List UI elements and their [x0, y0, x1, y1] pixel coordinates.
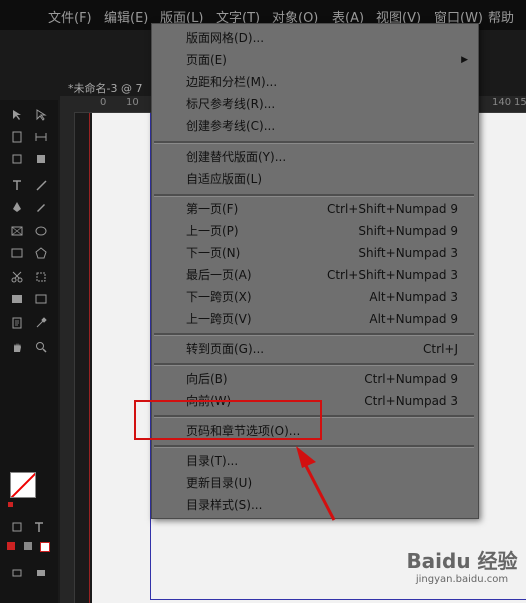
- baidu-logo: Baidu 经验: [406, 549, 518, 573]
- eyedropper-tool-icon[interactable]: [34, 316, 48, 330]
- menu-item-next-spread[interactable]: 下一跨页(X) Alt+Numpad 3: [152, 286, 478, 308]
- ruler-tick: 10: [126, 97, 139, 108]
- zoom-tool-icon[interactable]: [34, 340, 48, 354]
- type-tool-icon[interactable]: [10, 178, 24, 192]
- menu-item-last-page[interactable]: 最后一页(A) Ctrl+Shift+Numpad 3: [152, 264, 478, 286]
- menu-item-pages[interactable]: 页面(E) ▶: [152, 49, 478, 71]
- fill-stroke-swatch[interactable]: [10, 472, 36, 498]
- apply-gradient-icon[interactable]: [24, 542, 32, 550]
- menu-separator: [154, 363, 474, 366]
- menu-file[interactable]: 文件(F): [48, 7, 92, 26]
- selection-tool-icon[interactable]: [10, 108, 24, 122]
- menu-item-go-to-page[interactable]: 转到页面(G)... Ctrl+J: [152, 338, 478, 360]
- gradient-feather-tool-icon[interactable]: [34, 292, 48, 306]
- ellipse-tool-icon[interactable]: [34, 224, 48, 238]
- direct-selection-tool-icon[interactable]: [34, 108, 48, 122]
- page-tool-icon[interactable]: [10, 130, 24, 144]
- polygon-tool-icon[interactable]: [34, 246, 48, 260]
- free-transform-tool-icon[interactable]: [34, 270, 48, 284]
- menu-item-go-back[interactable]: 向后(B) Ctrl+Numpad 9: [152, 368, 478, 390]
- preview-mode-icon[interactable]: [34, 566, 48, 580]
- menu-item-ruler-guides[interactable]: 标尺参考线(R)...: [152, 93, 478, 115]
- annotation-arrow-icon: [296, 446, 336, 521]
- ruler-tick: 15: [514, 97, 526, 108]
- baidu-watermark: Baidu 经验 jingyan.baidu.com: [400, 545, 524, 601]
- content-placer-icon[interactable]: [34, 152, 48, 166]
- menu-separator: [154, 333, 474, 336]
- ruler-tick: 140: [492, 97, 512, 108]
- content-collector-icon[interactable]: [10, 152, 24, 166]
- normal-view-icon[interactable]: [10, 566, 24, 580]
- menu-item-previous-page[interactable]: 上一页(P) Shift+Numpad 9: [152, 220, 478, 242]
- watermark-url: jingyan.baidu.com: [415, 574, 509, 585]
- menu-item-liquid-layout[interactable]: 自适应版面(L): [152, 168, 478, 190]
- pencil-tool-icon[interactable]: [34, 200, 48, 214]
- formatting-text-icon[interactable]: [32, 520, 46, 534]
- menu-item-previous-spread[interactable]: 上一跨页(V) Alt+Numpad 9: [152, 308, 478, 330]
- vertical-ruler[interactable]: [60, 112, 75, 603]
- menu-separator: [154, 141, 474, 144]
- apply-color-icon[interactable]: [7, 542, 15, 550]
- rectangle-frame-tool-icon[interactable]: [10, 224, 24, 238]
- menu-item-alternate-layout[interactable]: 创建替代版面(Y)...: [152, 146, 478, 168]
- pen-tool-icon[interactable]: [10, 200, 24, 214]
- page-edge-line: [89, 113, 90, 603]
- gradient-swatch-tool-icon[interactable]: [10, 292, 24, 306]
- apply-none-icon[interactable]: [40, 542, 50, 552]
- rectangle-tool-icon[interactable]: [10, 246, 24, 260]
- scissors-tool-icon[interactable]: [10, 270, 24, 284]
- menu-help[interactable]: 帮助: [488, 7, 514, 26]
- menu-separator: [154, 194, 474, 197]
- formatting-container-icon[interactable]: [10, 520, 24, 534]
- menu-item-layout-grid[interactable]: 版面网格(D)...: [152, 27, 478, 49]
- menu-item-create-guides[interactable]: 创建参考线(C)...: [152, 115, 478, 137]
- submenu-arrow-icon: ▶: [461, 55, 468, 65]
- default-colors-icon[interactable]: [8, 502, 13, 507]
- menu-edit[interactable]: 编辑(E): [104, 7, 148, 26]
- menu-item-first-page[interactable]: 第一页(F) Ctrl+Shift+Numpad 9: [152, 198, 478, 220]
- ruler-tick: 0: [100, 97, 107, 108]
- highlight-annotation-box: [134, 400, 322, 440]
- gap-tool-icon[interactable]: [34, 130, 48, 144]
- line-tool-icon[interactable]: [34, 178, 48, 192]
- note-tool-icon[interactable]: [10, 316, 24, 330]
- tools-panel: [0, 100, 58, 603]
- document-tab[interactable]: *未命名-3 @ 7: [68, 80, 142, 96]
- hand-tool-icon[interactable]: [10, 340, 24, 354]
- menu-item-next-page[interactable]: 下一页(N) Shift+Numpad 3: [152, 242, 478, 264]
- menu-item-margins-columns[interactable]: 边距和分栏(M)...: [152, 71, 478, 93]
